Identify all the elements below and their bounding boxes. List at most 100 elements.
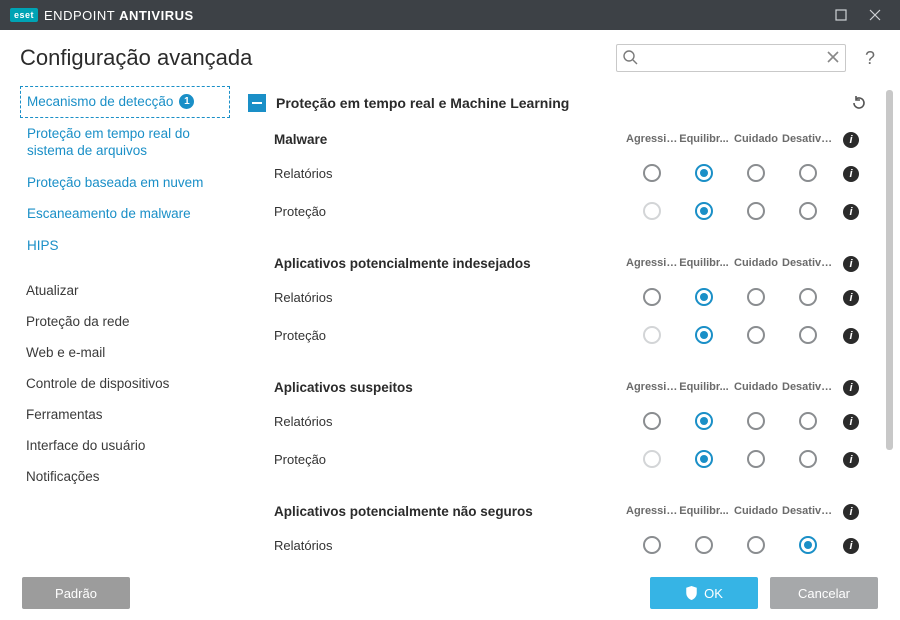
radio-option[interactable] <box>747 412 765 430</box>
cancel-button[interactable]: Cancelar <box>770 577 878 609</box>
category-name: Aplicativos potencialmente não seguros <box>274 504 626 519</box>
radio-option[interactable] <box>799 450 817 468</box>
radio-option[interactable] <box>747 450 765 468</box>
column-label: Agressivo <box>626 133 678 145</box>
sidebar-item-notifications[interactable]: Notificações <box>20 461 230 492</box>
radio-option[interactable] <box>799 412 817 430</box>
help-icon[interactable]: ? <box>860 48 880 69</box>
column-label: Agressivo <box>626 257 678 269</box>
radio-option[interactable] <box>695 164 713 182</box>
radio-option[interactable] <box>643 164 661 182</box>
info-icon[interactable]: i <box>843 504 859 520</box>
setting-label: Proteção <box>274 452 626 467</box>
setting-label: Proteção <box>274 328 626 343</box>
sidebar-item-network-protection[interactable]: Proteção da rede <box>20 306 230 337</box>
sidebar-item-tools[interactable]: Ferramentas <box>20 399 230 430</box>
sidebar-item-detection-engine[interactable]: Mecanismo de detecção 1 <box>20 86 230 118</box>
revert-icon[interactable] <box>850 94 868 112</box>
radio-option[interactable] <box>747 326 765 344</box>
ok-button[interactable]: OK <box>650 577 758 609</box>
info-icon[interactable]: i <box>843 166 859 182</box>
sidebar-item-malware-scan[interactable]: Escaneamento de malware <box>20 198 230 230</box>
column-label: Agressivo <box>626 505 678 517</box>
header: Configuração avançada ? <box>0 30 900 86</box>
search-input[interactable] <box>616 44 846 72</box>
radio-option[interactable] <box>643 412 661 430</box>
sidebar-item-update[interactable]: Atualizar <box>20 275 230 306</box>
category-header: MalwareAgressivoEquilibr...CuidadoDesati… <box>274 120 868 154</box>
info-icon[interactable]: i <box>843 414 859 430</box>
sidebar-item-cloud-protection[interactable]: Proteção baseada em nuvem <box>20 167 230 199</box>
sidebar: Mecanismo de detecção 1 Proteção em temp… <box>0 86 240 574</box>
radio-option[interactable] <box>695 288 713 306</box>
radio-option[interactable] <box>695 536 713 554</box>
setting-label: Relatórios <box>274 414 626 429</box>
footer: Padrão OK Cancelar <box>0 566 900 620</box>
setting-label: Relatórios <box>274 290 626 305</box>
clear-search-icon[interactable] <box>826 50 840 64</box>
radio-option <box>643 326 661 344</box>
default-button[interactable]: Padrão <box>22 577 130 609</box>
window-close-icon[interactable] <box>858 0 892 30</box>
radio-option[interactable] <box>799 326 817 344</box>
titlebar: eset ENDPOINT ANTIVIRUS <box>0 0 900 30</box>
main-panel: Proteção em tempo real e Machine Learnin… <box>240 86 900 574</box>
window-maximize-icon[interactable] <box>824 0 858 30</box>
setting-label: Proteção <box>274 204 626 219</box>
info-icon[interactable]: i <box>843 204 859 220</box>
search-field[interactable] <box>616 44 846 72</box>
radio-option[interactable] <box>643 536 661 554</box>
category-name: Aplicativos suspeitos <box>274 380 626 395</box>
radio-option[interactable] <box>643 288 661 306</box>
radio-option[interactable] <box>695 450 713 468</box>
column-label: Desativa... <box>782 505 834 517</box>
scrollbar-thumb[interactable] <box>886 90 893 450</box>
radio-option[interactable] <box>747 164 765 182</box>
column-label: Cuidado <box>730 257 782 269</box>
setting-row: Relatórios i <box>274 278 868 316</box>
column-label: Agressivo <box>626 381 678 393</box>
sidebar-item-device-control[interactable]: Controle de dispositivos <box>20 368 230 399</box>
sidebar-item-hips[interactable]: HIPS <box>20 230 230 262</box>
category-header: Aplicativos potencialmente indesejadosAg… <box>274 244 868 278</box>
info-icon[interactable]: i <box>843 256 859 272</box>
radio-option[interactable] <box>799 202 817 220</box>
shield-icon <box>685 586 698 600</box>
radio-option[interactable] <box>695 326 713 344</box>
column-label: Equilibr... <box>678 505 730 517</box>
radio-option[interactable] <box>747 536 765 554</box>
radio-option[interactable] <box>747 202 765 220</box>
setting-row: Relatórios i <box>274 526 868 564</box>
radio-option[interactable] <box>695 202 713 220</box>
column-label: Desativa... <box>782 257 834 269</box>
sidebar-item-realtime-fs[interactable]: Proteção em tempo real do sistema de arq… <box>20 118 230 167</box>
category-header: Aplicativos suspeitosAgressivoEquilibr..… <box>274 368 868 402</box>
setting-label: Relatórios <box>274 166 626 181</box>
radio-option[interactable] <box>695 412 713 430</box>
sidebar-item-ui[interactable]: Interface do usuário <box>20 430 230 461</box>
collapse-toggle-icon[interactable] <box>248 94 266 112</box>
info-icon[interactable]: i <box>843 538 859 554</box>
setting-row: Proteção i <box>274 440 868 478</box>
info-icon[interactable]: i <box>843 290 859 306</box>
category-name: Aplicativos potencialmente indesejados <box>274 256 626 271</box>
column-label: Equilibr... <box>678 381 730 393</box>
brand-text: ENDPOINT ANTIVIRUS <box>44 8 194 23</box>
section-title: Proteção em tempo real e Machine Learnin… <box>276 95 840 111</box>
info-icon[interactable]: i <box>843 452 859 468</box>
scrollbar-track[interactable] <box>888 88 896 572</box>
column-label: Equilibr... <box>678 257 730 269</box>
setting-label: Relatórios <box>274 538 626 553</box>
column-label: Equilibr... <box>678 133 730 145</box>
radio-option[interactable] <box>799 288 817 306</box>
info-icon[interactable]: i <box>843 328 859 344</box>
radio-option[interactable] <box>747 288 765 306</box>
setting-row: Relatórios i <box>274 402 868 440</box>
radio-option[interactable] <box>799 536 817 554</box>
info-icon[interactable]: i <box>843 380 859 396</box>
sidebar-item-web-email[interactable]: Web e e-mail <box>20 337 230 368</box>
setting-row: Proteção i <box>274 316 868 354</box>
page-title: Configuração avançada <box>20 45 616 71</box>
radio-option[interactable] <box>799 164 817 182</box>
info-icon[interactable]: i <box>843 132 859 148</box>
